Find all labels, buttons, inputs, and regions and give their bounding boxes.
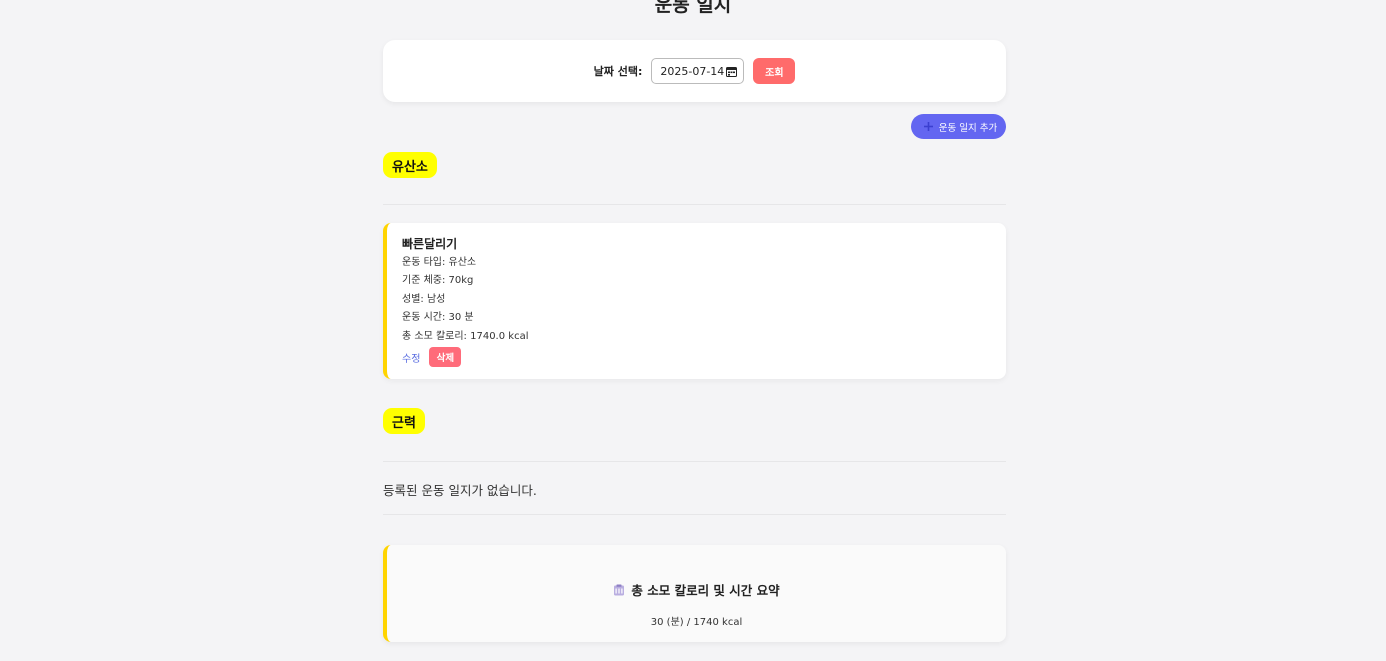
section-divider <box>383 514 1006 515</box>
date-filter-panel: 날짜 선택: 2025-07-14 조회 <box>383 40 1006 102</box>
summary-title-row: 총 소모 칼로리 및 시간 요약 <box>387 580 1006 599</box>
calendar-icon[interactable] <box>726 66 738 77</box>
summary-values: 30 (분) / 1740 kcal <box>650 617 743 628</box>
summary-title: 총 소모 칼로리 및 시간 요약 <box>631 583 780 598</box>
edit-link[interactable]: 수정 <box>402 350 420 365</box>
total-calories: 총 소모 칼로리: 1740.0 kcal <box>402 330 529 342</box>
add-log-label: 운동 일지 추가 <box>938 122 998 134</box>
exercise-type: 운동 타입: 유산소 <box>402 257 477 268</box>
exercise-time: 운동 시간: 30 분 <box>402 312 474 324</box>
section-divider <box>383 461 1006 462</box>
section-tag-cardio: 유산소 <box>383 152 437 178</box>
add-log-button[interactable]: 운동 일지 추가 <box>911 114 1006 139</box>
base-weight: 기준 체중: 70kg <box>402 275 474 287</box>
page-title: 운동 일지 <box>654 0 732 16</box>
exercise-name: 빠른달리기 <box>402 237 458 251</box>
empty-log-message: 등록된 운동 일지가 없습니다. <box>383 483 537 498</box>
section-divider <box>383 204 1006 205</box>
summary-card: 총 소모 칼로리 및 시간 요약 30 (분) / 1740 kcal <box>383 545 1006 642</box>
query-button[interactable]: 조회 <box>753 58 796 84</box>
gender: 성별: 남성 <box>402 293 446 305</box>
section-tag-strength: 근력 <box>383 408 425 434</box>
date-input[interactable]: 2025-07-14 <box>651 58 745 84</box>
exercise-log-card: 빠른달리기 운동 타입: 유산소 기준 체중: 70kg 성별: 남성 운동 시… <box>383 223 1006 379</box>
date-label: 날짜 선택: <box>593 65 643 78</box>
clipboard-icon <box>614 584 625 595</box>
delete-button[interactable]: 삭제 <box>429 347 462 368</box>
plus-icon <box>923 122 933 131</box>
entry-actions: 수정 삭제 <box>402 347 1006 368</box>
date-value: 2025-07-14 <box>660 64 725 78</box>
